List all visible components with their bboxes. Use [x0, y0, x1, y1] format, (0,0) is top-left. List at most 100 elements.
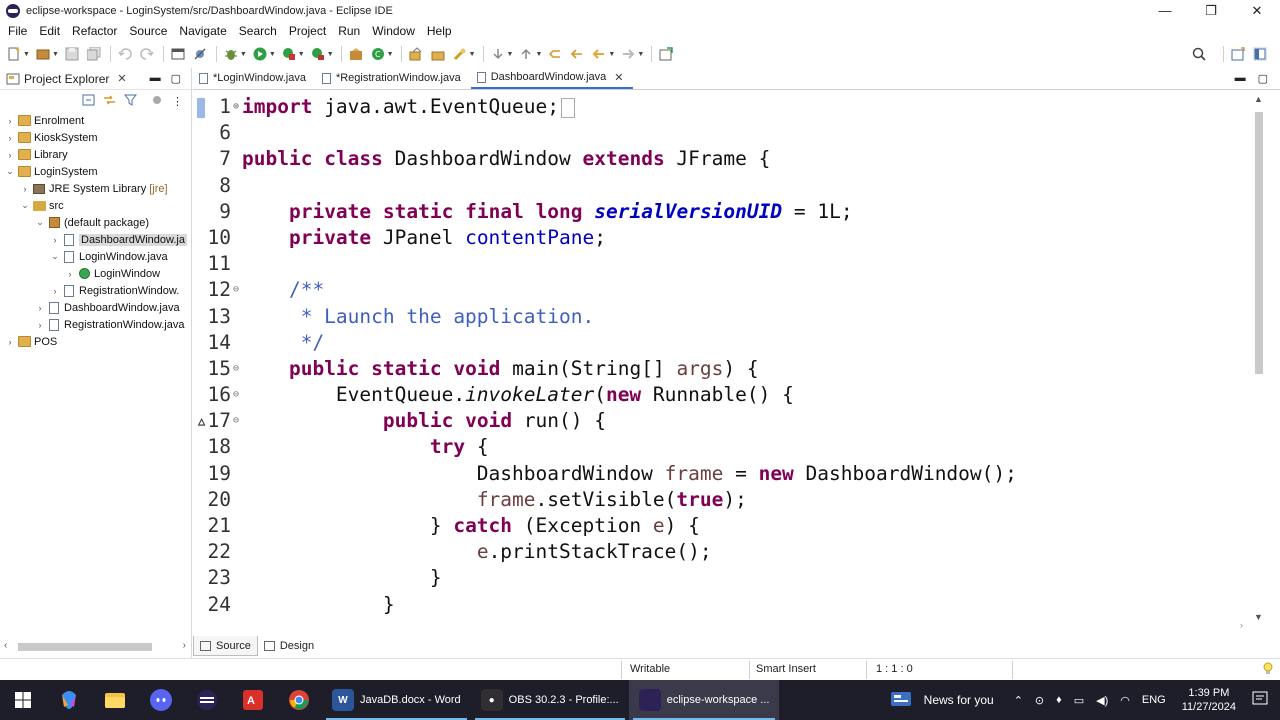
acrobat-icon[interactable]: A — [230, 680, 276, 720]
taskbar-app-button[interactable]: W JavaDB.docx - Word — [322, 680, 471, 720]
fold-toggle-icon[interactable]: ⊖ — [231, 277, 241, 303]
scroll-right-icon[interactable]: › — [1240, 620, 1243, 630]
search-icon[interactable] — [1191, 46, 1207, 62]
code-line[interactable]: 15 ⊖ public static void main(String[] arg… — [193, 356, 1253, 382]
fold-toggle-icon[interactable]: ⊖ — [231, 408, 241, 434]
scrollbar-thumb[interactable] — [18, 643, 152, 651]
tree-item[interactable]: › POS — [0, 333, 191, 350]
save-all-icon[interactable] — [86, 46, 102, 62]
menu-project[interactable]: Project — [283, 21, 332, 41]
view-menu-icon[interactable]: ⋮ — [172, 95, 183, 108]
code-line[interactable]: ▵17 ⊖ public void run() { — [193, 408, 1253, 434]
tab-source[interactable]: Source — [193, 636, 258, 656]
chevron-down-icon[interactable]: ▼ — [387, 51, 394, 58]
code-line[interactable]: 20 frame.setVisible(true); — [193, 487, 1253, 513]
open-type-icon[interactable] — [408, 46, 424, 62]
code-line[interactable]: 7 public class DashboardWindow extends JF… — [193, 146, 1253, 172]
terminal-icon[interactable] — [170, 46, 186, 62]
code-line[interactable]: 12 ⊖ /** — [193, 277, 1253, 303]
close-button[interactable]: ✕ — [1234, 0, 1280, 21]
open-perspective-icon[interactable] — [1230, 46, 1246, 62]
news-widget-label[interactable]: News for you — [918, 693, 1008, 707]
tree-item[interactable]: ⌄ src — [0, 197, 191, 214]
discord-icon[interactable] — [138, 680, 184, 720]
link-with-editor-icon[interactable] — [103, 94, 116, 109]
close-icon[interactable]: ✕ — [117, 72, 126, 85]
minimize-editor-icon[interactable]: ▬ — [1235, 72, 1246, 85]
tree-item[interactable]: ⌄ LoginSystem — [0, 163, 191, 180]
chevron-down-icon[interactable]: ▼ — [507, 51, 514, 58]
code-line[interactable]: 19 DashboardWindow frame = new Dashboard… — [193, 461, 1253, 487]
collapse-all-icon[interactable] — [82, 94, 95, 109]
menu-help[interactable]: Help — [421, 21, 458, 41]
chrome-icon[interactable] — [276, 680, 322, 720]
chevron-right-icon[interactable]: › — [49, 235, 61, 245]
code-line[interactable]: 10 private JPanel contentPane; — [193, 225, 1253, 251]
volume-icon[interactable]: ◀) — [1090, 694, 1114, 707]
menu-edit[interactable]: Edit — [33, 21, 66, 41]
scroll-down-icon[interactable]: ▼ — [1254, 612, 1263, 622]
microphone-icon[interactable]: ♦ — [1050, 694, 1068, 706]
scrollbar-thumb[interactable] — [1255, 112, 1263, 374]
code-line[interactable]: 13 * Launch the application. — [193, 304, 1253, 330]
menu-file[interactable]: File — [2, 21, 33, 41]
chevron-down-icon[interactable]: ⌄ — [49, 251, 61, 262]
chevron-right-icon[interactable]: › — [49, 286, 61, 296]
code-line[interactable]: 14 */ — [193, 330, 1253, 356]
chevron-down-icon[interactable]: ⌄ — [4, 166, 16, 177]
scroll-left-icon[interactable]: ‹ — [4, 640, 7, 651]
chevron-down-icon[interactable]: ⌄ — [19, 200, 31, 211]
tab-design[interactable]: Design — [258, 636, 320, 656]
back-icon[interactable] — [591, 46, 607, 62]
fold-toggle-icon[interactable]: ⊖ — [231, 356, 241, 382]
chevron-down-icon[interactable]: ▼ — [327, 51, 334, 58]
new-icon[interactable] — [6, 46, 22, 62]
external-tools-icon[interactable] — [310, 46, 326, 62]
tree-item[interactable]: › LoginWindow — [0, 265, 191, 282]
code-line[interactable]: 16 ⊖ EventQueue.invokeLater(new Runnable(… — [193, 382, 1253, 408]
folded-imports-marker[interactable] — [561, 97, 575, 118]
chevron-down-icon[interactable]: ⌄ — [34, 217, 46, 228]
chevron-down-icon[interactable]: ▼ — [52, 51, 59, 58]
editor-tab[interactable]: *RegistrationWindow.java — [316, 67, 471, 89]
tree-item[interactable]: › RegistrationWindow.java — [0, 316, 191, 333]
undo-icon[interactable] — [117, 46, 133, 62]
close-tab-icon[interactable]: ✕ — [614, 71, 623, 84]
show-hidden-icons-icon[interactable]: ⌃ — [1008, 694, 1029, 707]
tree-item[interactable]: ⌄ (default package) — [0, 214, 191, 231]
eclipse-taskbar-icon[interactable] — [184, 680, 230, 720]
maximize-editor-icon[interactable]: ▢ — [1258, 72, 1268, 85]
editor-tab[interactable]: DashboardWindow.java ✕ — [470, 67, 634, 89]
code-line[interactable]: 21 } catch (Exception e) { — [193, 513, 1253, 539]
chevron-down-icon[interactable]: ▼ — [608, 51, 615, 58]
debug-icon[interactable] — [223, 46, 239, 62]
code-line[interactable]: 11 — [193, 251, 1253, 277]
chevron-right-icon[interactable]: › — [4, 133, 16, 143]
taskbar-app-button[interactable]: eclipse-workspace ... — [628, 680, 780, 720]
tree-item[interactable]: › RegistrationWindow. — [0, 282, 191, 299]
new-package-icon[interactable] — [35, 46, 51, 62]
tree-item[interactable]: › JRE System Library [jre] — [0, 180, 191, 197]
minimize-button[interactable]: — — [1142, 0, 1188, 21]
maximize-view-icon[interactable]: ▢ — [171, 72, 181, 85]
code-line[interactable]: 22 e.printStackTrace(); — [193, 539, 1253, 565]
clock[interactable]: 1:39 PM 11/27/2024 — [1172, 686, 1246, 714]
previous-annotation-icon[interactable] — [518, 46, 534, 62]
chevron-right-icon[interactable]: › — [4, 150, 16, 160]
fold-toggle-icon[interactable]: ⊕ — [231, 94, 241, 120]
chevron-down-icon[interactable]: ▼ — [240, 51, 247, 58]
open-task-icon[interactable] — [430, 46, 446, 62]
battery-icon[interactable]: ▭ — [1068, 694, 1090, 707]
java-perspective-icon[interactable] — [1252, 46, 1268, 62]
chevron-down-icon[interactable]: ▼ — [298, 51, 305, 58]
redo-icon[interactable] — [139, 46, 155, 62]
menu-refactor[interactable]: Refactor — [66, 21, 123, 41]
explorer-horizontal-scrollbar[interactable]: ‹ › — [0, 640, 192, 654]
chevron-down-icon[interactable]: ▼ — [469, 51, 476, 58]
fold-toggle-icon[interactable]: ⊖ — [231, 382, 241, 408]
code-line[interactable]: 8 — [193, 173, 1253, 199]
pin-editor-icon[interactable] — [658, 46, 674, 62]
coverage-icon[interactable] — [281, 46, 297, 62]
file-explorer-icon[interactable] — [92, 680, 138, 720]
editor-horizontal-scrollbar[interactable]: › — [233, 620, 1243, 630]
